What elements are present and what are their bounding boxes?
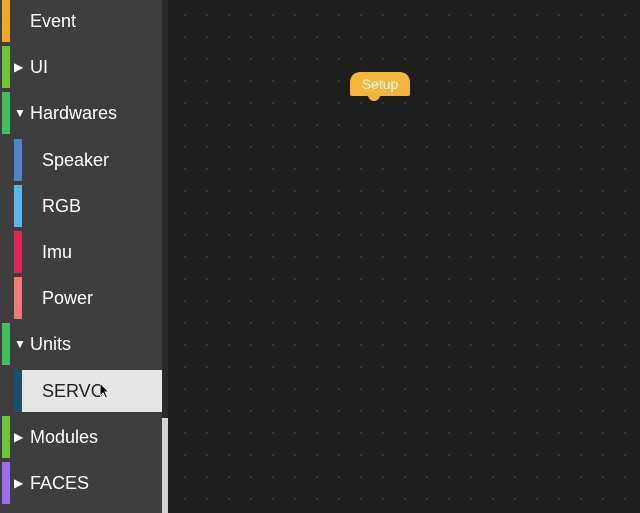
category-rgb[interactable]: RGB (0, 185, 162, 227)
category-color-stripe (2, 323, 10, 365)
category-label: Imu (42, 241, 73, 262)
category-color-stripe (14, 370, 22, 412)
block-workspace[interactable]: Setup (168, 0, 640, 513)
expand-arrow-icon[interactable]: ▶ (14, 462, 23, 504)
category-color-stripe (2, 416, 10, 458)
category-speaker[interactable]: Speaker (0, 139, 162, 181)
category-servo[interactable]: SERVO (14, 370, 162, 412)
category-modules[interactable]: ▶ Modules (0, 416, 162, 458)
category-color-stripe (2, 46, 10, 88)
category-event[interactable]: Event (0, 0, 162, 42)
collapse-arrow-icon[interactable]: ▼ (14, 323, 26, 365)
category-label: UI (30, 56, 48, 77)
category-imu[interactable]: Imu (0, 231, 162, 273)
category-color-stripe (14, 231, 22, 273)
category-color-stripe (14, 139, 22, 181)
category-label: Modules (30, 426, 99, 447)
category-color-stripe (14, 277, 22, 319)
block-connector-notch (368, 95, 380, 101)
setup-block[interactable]: Setup (350, 72, 410, 101)
category-label: RGB (42, 195, 82, 216)
mouse-cursor-icon (100, 383, 110, 399)
category-label: Event (30, 10, 77, 31)
category-color-stripe (2, 462, 10, 504)
category-label: Hardwares (30, 102, 118, 123)
category-faces[interactable]: ▶ FACES (0, 462, 162, 504)
category-power[interactable]: Power (0, 277, 162, 319)
category-color-stripe (2, 92, 10, 134)
category-ui[interactable]: ▶ UI (0, 46, 162, 88)
category-label: Power (42, 287, 94, 308)
setup-block-label: Setup (361, 75, 399, 92)
category-label: Units (30, 333, 72, 354)
category-label: FACES (30, 472, 90, 493)
toolbox-sidebar: Event ▶ UI ▼ Hardwares Speaker RGB Imu P… (0, 0, 162, 513)
category-hardwares[interactable]: ▼ Hardwares (0, 92, 162, 134)
collapse-arrow-icon[interactable]: ▼ (14, 92, 26, 134)
category-color-stripe (2, 0, 10, 42)
expand-arrow-icon[interactable]: ▶ (14, 416, 23, 458)
category-color-stripe (14, 185, 22, 227)
category-units[interactable]: ▼ Units (0, 323, 162, 365)
category-label: Speaker (42, 149, 110, 170)
blockly-editor: Event ▶ UI ▼ Hardwares Speaker RGB Imu P… (0, 0, 640, 513)
category-label: SERVO (42, 380, 105, 401)
expand-arrow-icon[interactable]: ▶ (14, 46, 23, 88)
